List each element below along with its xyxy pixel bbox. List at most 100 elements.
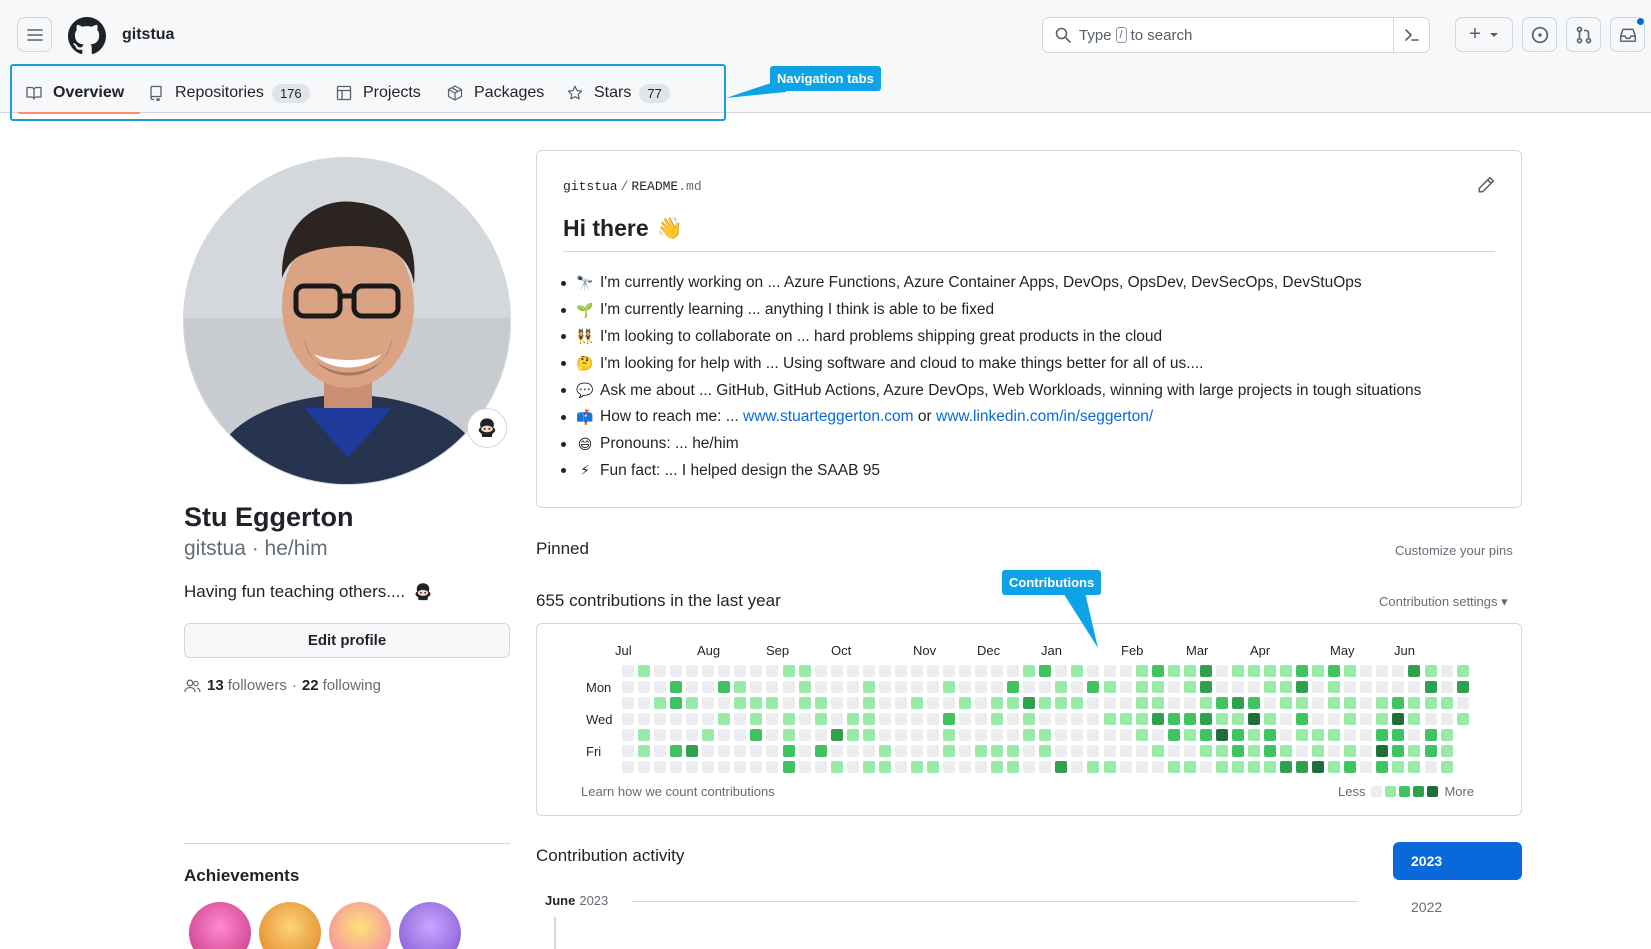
contribution-day-cell[interactable] [718,697,731,710]
contribution-day-cell[interactable] [959,761,972,774]
contribution-day-cell[interactable] [1199,697,1212,710]
contribution-day-cell[interactable] [1456,713,1469,726]
contribution-day-cell[interactable] [1071,713,1084,726]
contribution-day-cell[interactable] [1296,713,1309,726]
pencil-icon[interactable] [1477,176,1495,194]
contribution-day-cell[interactable] [1215,761,1228,774]
contribution-day-cell[interactable] [1151,745,1164,758]
contribution-day-cell[interactable] [702,697,715,710]
contribution-day-cell[interactable] [1440,729,1453,742]
contribution-day-cell[interactable] [1408,681,1421,694]
contribution-day-cell[interactable] [862,745,875,758]
contribution-day-cell[interactable] [622,729,634,742]
contribution-day-cell[interactable] [910,665,923,677]
contribution-day-cell[interactable] [734,697,747,710]
contribution-day-cell[interactable] [1328,729,1341,742]
contribution-day-cell[interactable] [894,697,907,710]
contribution-day-cell[interactable] [878,665,891,677]
contribution-day-cell[interactable] [1231,713,1244,726]
contribution-day-cell[interactable] [814,729,827,742]
contribution-day-cell[interactable] [1328,745,1341,758]
contribution-day-cell[interactable] [1264,729,1276,742]
contribution-day-cell[interactable] [910,713,923,726]
contribution-day-cell[interactable] [959,665,972,677]
contribution-day-cell[interactable] [1424,697,1437,710]
contribution-day-cell[interactable] [1312,729,1325,742]
contribution-day-cell[interactable] [1151,697,1164,710]
contribution-day-cell[interactable] [1392,697,1405,710]
contribution-day-cell[interactable] [1312,697,1325,710]
contribution-day-cell[interactable] [718,761,731,774]
contribution-day-cell[interactable] [894,713,907,726]
contribution-day-cell[interactable] [1023,713,1036,726]
contribution-day-cell[interactable] [670,729,683,742]
contribution-day-cell[interactable] [1247,713,1260,726]
contribution-day-cell[interactable] [830,697,843,710]
contribution-day-cell[interactable] [926,665,939,677]
contribution-day-cell[interactable] [702,729,715,742]
contribution-day-cell[interactable] [654,681,667,694]
contribution-day-cell[interactable] [766,713,779,726]
contribution-day-cell[interactable] [1215,697,1228,710]
contribution-day-cell[interactable] [1199,761,1212,774]
contribution-day-cell[interactable] [1264,761,1276,774]
achievement-badge[interactable] [329,902,391,949]
contribution-day-cell[interactable] [1151,729,1164,742]
contribution-day-cell[interactable] [846,729,859,742]
contribution-day-cell[interactable] [1103,745,1116,758]
contribution-day-cell[interactable] [1328,761,1341,774]
contribution-day-cell[interactable] [894,729,907,742]
contribution-day-cell[interactable] [1424,761,1437,774]
contribution-day-cell[interactable] [670,665,683,677]
contribution-day-cell[interactable] [750,761,763,774]
contribution-day-cell[interactable] [1055,697,1068,710]
contribution-day-cell[interactable] [830,729,843,742]
contribution-day-cell[interactable] [1392,745,1405,758]
contribution-day-cell[interactable] [1151,665,1164,677]
contribution-day-cell[interactable] [1328,713,1341,726]
contribution-day-cell[interactable] [702,681,715,694]
contribution-day-cell[interactable] [1215,729,1228,742]
contribution-day-cell[interactable] [1199,713,1212,726]
contribution-day-cell[interactable] [1183,681,1196,694]
contribution-day-cell[interactable] [1135,697,1148,710]
contribution-day-cell[interactable] [1440,665,1453,677]
contribution-day-cell[interactable] [1296,729,1309,742]
contribution-day-cell[interactable] [1183,729,1196,742]
contribution-day-cell[interactable] [975,713,988,726]
pull-requests-button[interactable] [1566,17,1601,52]
contribution-day-cell[interactable] [734,729,747,742]
contribution-day-cell[interactable] [1007,681,1020,694]
contribution-day-cell[interactable] [1039,745,1052,758]
contribution-day-cell[interactable] [926,681,939,694]
website-link[interactable]: www.stuarteggerton.com [743,408,914,426]
contribution-day-cell[interactable] [1440,713,1453,726]
readme-file[interactable]: README [631,179,678,194]
contribution-day-cell[interactable] [991,697,1004,710]
contribution-day-cell[interactable] [702,761,715,774]
contribution-day-cell[interactable] [1328,665,1341,677]
contribution-day-cell[interactable] [1264,713,1276,726]
contribution-day-cell[interactable] [975,729,988,742]
contribution-day-cell[interactable] [1456,697,1469,710]
contribution-day-cell[interactable] [1119,665,1132,677]
contribution-day-cell[interactable] [878,697,891,710]
contribution-day-cell[interactable] [1360,713,1373,726]
contribution-day-cell[interactable] [846,697,859,710]
contribution-settings-button[interactable]: Contribution settings ▾ [1379,594,1508,610]
contribution-day-cell[interactable] [1135,745,1148,758]
following-count[interactable]: 22 [302,677,319,694]
contribution-day-cell[interactable] [959,729,972,742]
contribution-day-cell[interactable] [910,697,923,710]
contribution-day-cell[interactable] [798,745,811,758]
contribution-day-cell[interactable] [1215,681,1228,694]
contribution-day-cell[interactable] [1424,713,1437,726]
contribution-day-cell[interactable] [991,713,1004,726]
year-2022-button[interactable]: 2022 [1411,899,1442,915]
contribution-day-cell[interactable] [943,745,955,758]
status-button[interactable] [467,408,507,448]
contribution-day-cell[interactable] [766,761,779,774]
contribution-day-cell[interactable] [1408,713,1421,726]
contribution-day-cell[interactable] [1312,761,1325,774]
contribution-day-cell[interactable] [943,697,955,710]
